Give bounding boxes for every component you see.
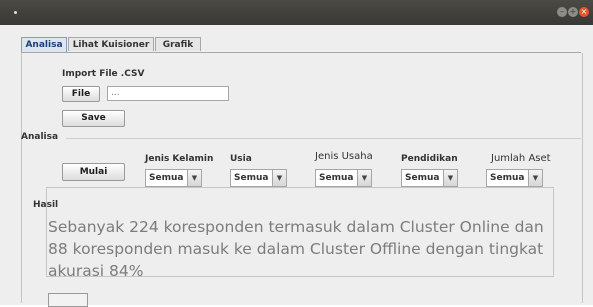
tab-analisa[interactable]: Analisa [21, 37, 67, 52]
file-button[interactable]: File [62, 86, 100, 102]
hasil-text: Sebanyak 224 koresponden termasuk dalam … [48, 218, 544, 280]
maximize-icon[interactable]: + [568, 7, 578, 17]
mulai-button[interactable]: Mulai [62, 163, 125, 181]
filter-jumlah-aset-select[interactable]: Semua ▼ [486, 169, 543, 187]
close-icon[interactable]: × [579, 7, 589, 17]
file-path-field[interactable]: ... [107, 86, 229, 101]
chevron-down-icon[interactable]: ▼ [187, 170, 201, 186]
app-window: Analisa Lihat Kuisioner Grafik Import Fi… [0, 25, 593, 307]
window-menu-icon[interactable] [14, 11, 17, 14]
filter-jumlah-aset-value: Semua [490, 173, 525, 183]
window-titlebar[interactable]: – + × [0, 0, 593, 25]
filter-usia-value: Semua [234, 173, 269, 183]
tab-grafik[interactable]: Grafik [155, 37, 201, 51]
analisa-section-label: Analisa [21, 132, 59, 142]
chevron-down-icon[interactable]: ▼ [443, 170, 457, 186]
section-divider [66, 138, 581, 139]
filter-label-pendidikan: Pendidikan [401, 154, 458, 164]
filter-jenis-usaha-select[interactable]: Semua ▼ [315, 169, 372, 187]
import-label: Import File .CSV [62, 69, 145, 79]
filter-label-jenis-usaha: Jenis Usaha [315, 151, 373, 162]
chevron-down-icon[interactable]: ▼ [357, 170, 371, 186]
filter-label-jumlah-aset: Jumlah Aset [491, 153, 551, 164]
filter-pendidikan-value: Semua [405, 173, 440, 183]
filter-pendidikan-select[interactable]: Semua ▼ [401, 169, 458, 187]
filter-label-usia: Usia [230, 154, 252, 164]
filter-label-jenis-kelamin: Jenis Kelamin [145, 154, 214, 164]
chevron-down-icon[interactable]: ▼ [272, 170, 286, 186]
minimize-icon[interactable]: – [557, 7, 567, 17]
filter-usia-select[interactable]: Semua ▼ [230, 169, 287, 187]
filter-jenis-kelamin-value: Semua [149, 173, 184, 183]
chevron-down-icon[interactable]: ▼ [528, 170, 542, 186]
save-button[interactable]: Save [62, 110, 125, 127]
filter-jenis-kelamin-select[interactable]: Semua ▼ [145, 169, 202, 187]
tab-lihat-kuisioner[interactable]: Lihat Kuisioner [68, 37, 154, 51]
filter-jenis-usaha-value: Semua [319, 173, 354, 183]
